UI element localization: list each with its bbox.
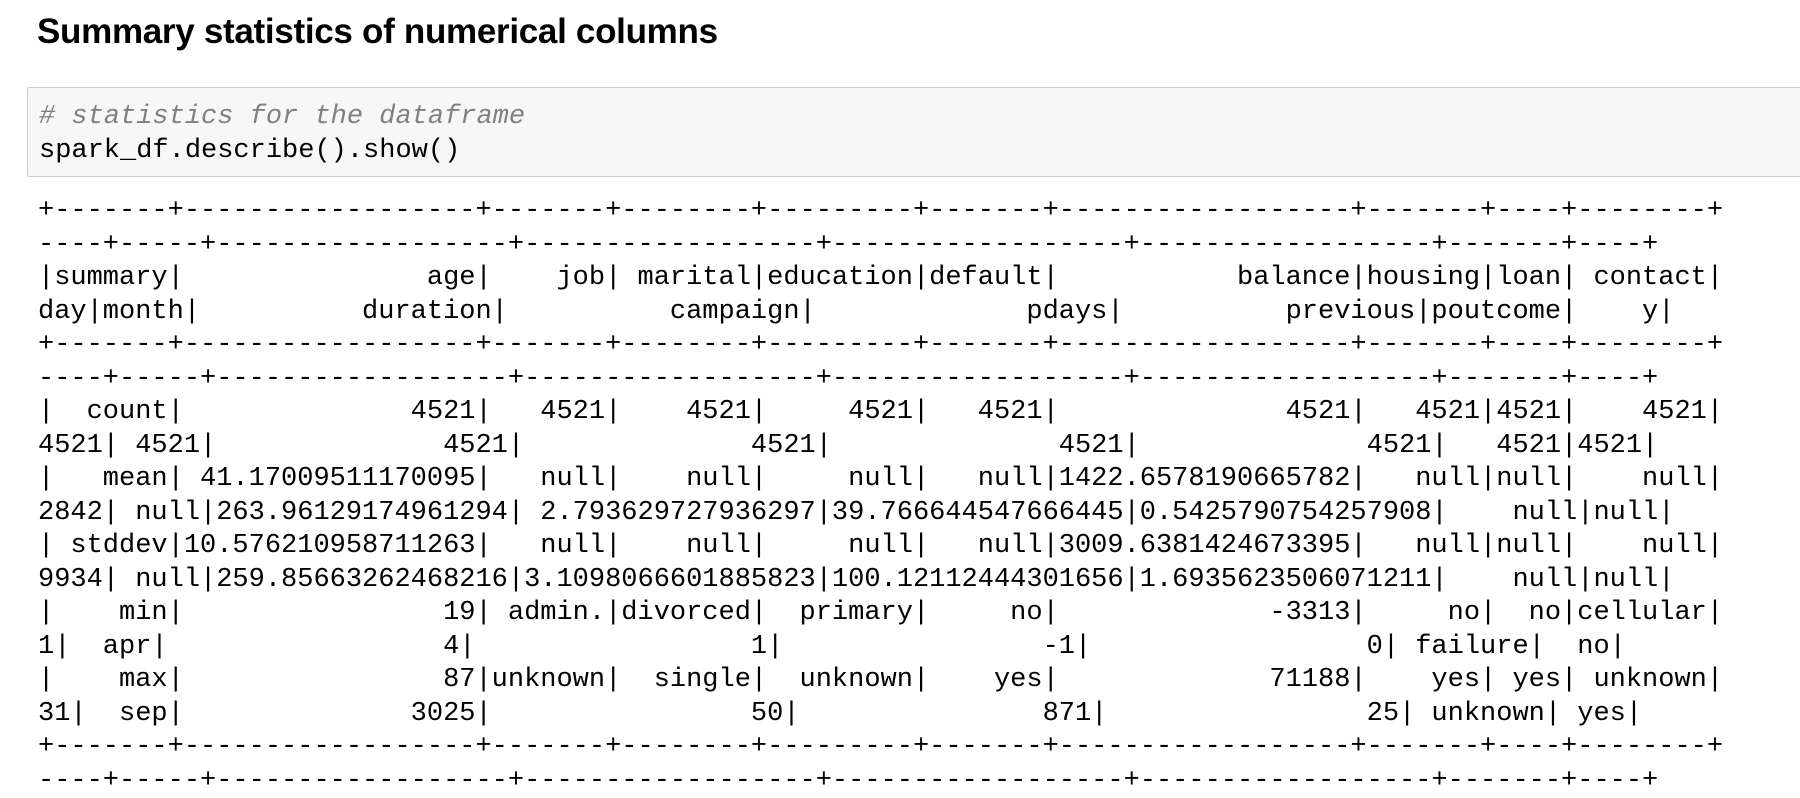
output-line: 31| sep| 3025| 50| 871| 25| unknown| yes…	[38, 698, 1800, 732]
output-line: +-------+------------------+-------+----…	[38, 731, 1800, 765]
cell-output: +-------+------------------+-------+----…	[38, 195, 1800, 798]
output-line: ----+-----+------------------+----------…	[38, 765, 1800, 798]
output-line: 9934| null|259.85663262468216|3.10980666…	[38, 564, 1800, 598]
code-cell-input[interactable]: # statistics for the dataframe spark_df.…	[27, 87, 1800, 177]
section-heading: Summary statistics of numerical columns	[37, 8, 718, 56]
output-line: | min| 19| admin.|divorced| primary| no|…	[38, 597, 1800, 631]
output-line: | count| 4521| 4521| 4521| 4521| 4521| 4…	[38, 396, 1800, 430]
output-line: 4521| 4521| 4521| 4521| 4521| 4521| 4521…	[38, 430, 1800, 464]
output-line: 2842| null|263.96129174961294| 2.7936297…	[38, 497, 1800, 531]
code-statement: spark_df.describe().show()	[39, 134, 460, 168]
output-line: | max| 87|unknown| single| unknown| yes|…	[38, 664, 1800, 698]
output-line: |summary| age| job| marital|education|de…	[38, 262, 1800, 296]
output-line: +-------+------------------+-------+----…	[38, 329, 1800, 363]
output-line: ----+-----+------------------+----------…	[38, 363, 1800, 397]
code-comment: # statistics for the dataframe	[39, 100, 525, 134]
output-line: ----+-----+------------------+----------…	[38, 229, 1800, 263]
output-line: day|month| duration| campaign| pdays| pr…	[38, 296, 1800, 330]
output-line: | stddev|10.576210958711263| null| null|…	[38, 530, 1800, 564]
output-line: +-------+------------------+-------+----…	[38, 195, 1800, 229]
output-line: | mean| 41.17009511170095| null| null| n…	[38, 463, 1800, 497]
output-line: 1| apr| 4| 1| -1| 0| failure| no|	[38, 631, 1800, 665]
